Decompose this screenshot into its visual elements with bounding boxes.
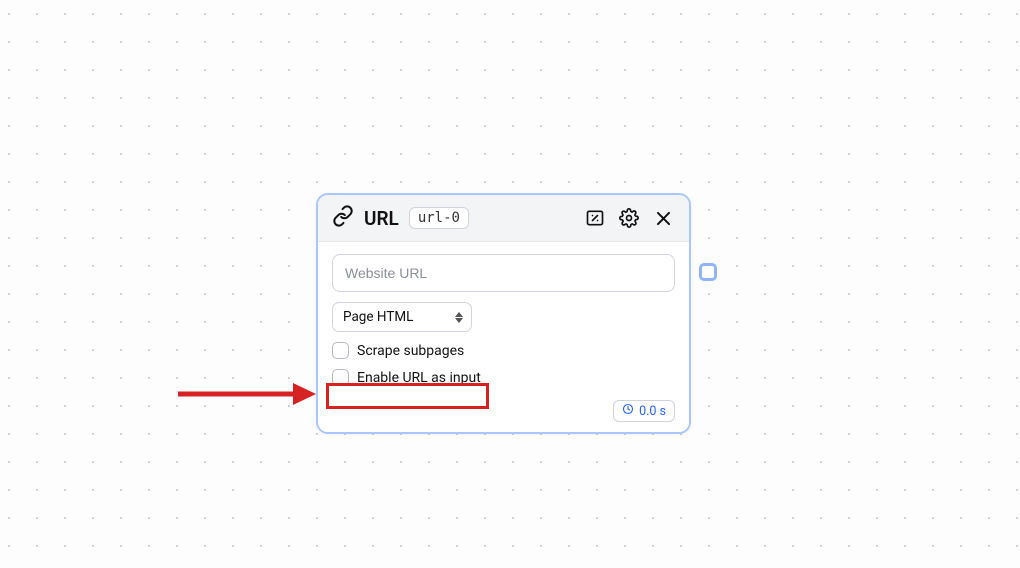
link-icon <box>332 205 354 231</box>
output-port[interactable] <box>699 263 717 281</box>
scrape-subpages-row: Scrape subpages <box>332 342 675 359</box>
chevron-updown-icon <box>455 312 463 323</box>
close-icon[interactable] <box>651 206 675 230</box>
clock-icon <box>622 403 634 419</box>
annotation-arrow <box>178 379 318 413</box>
node-title: URL <box>364 207 399 230</box>
enable-url-input-checkbox[interactable] <box>332 369 349 386</box>
timer-value: 0.0 s <box>639 404 666 419</box>
enable-url-input-row: Enable URL as input <box>332 369 675 386</box>
node-footer: 0.0 s <box>332 396 675 422</box>
website-url-input[interactable] <box>332 254 675 292</box>
enable-url-input-label: Enable URL as input <box>357 370 481 386</box>
scrape-subpages-checkbox[interactable] <box>332 342 349 359</box>
edit-icon[interactable] <box>583 206 607 230</box>
scrape-subpages-label: Scrape subpages <box>357 343 464 359</box>
url-node[interactable]: URL url-0 Page HTML <box>316 193 691 434</box>
gear-icon[interactable] <box>617 206 641 230</box>
node-id-badge: url-0 <box>409 207 469 229</box>
output-format-select[interactable]: Page HTML <box>332 302 472 332</box>
select-value: Page HTML <box>343 309 413 325</box>
execution-timer: 0.0 s <box>613 400 675 422</box>
node-header: URL url-0 <box>318 195 689 242</box>
node-body: Page HTML Scrape subpages Enable URL as … <box>318 242 689 432</box>
